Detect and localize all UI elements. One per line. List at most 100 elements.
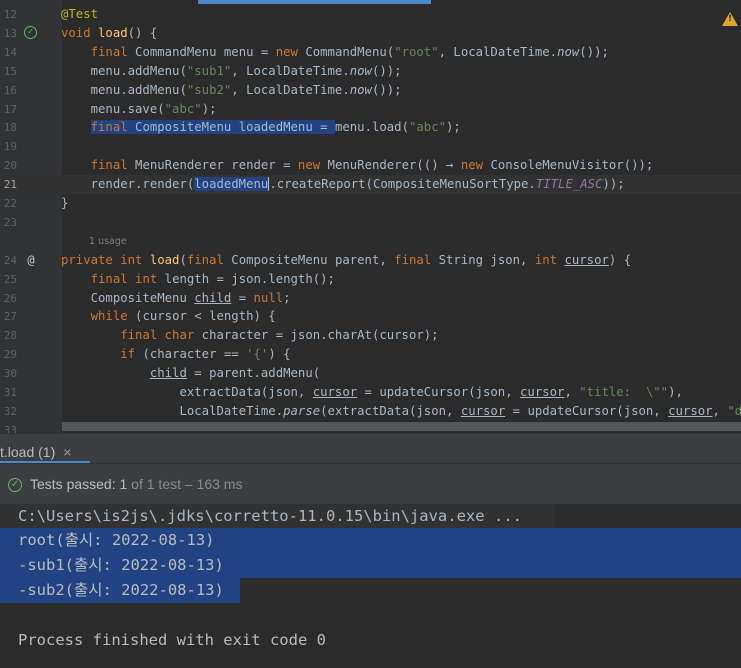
code-token: String json, [438, 252, 535, 267]
code-token: , [712, 403, 728, 418]
warning-triangle-icon[interactable]: ! [722, 12, 738, 26]
code-token: .createReport(CompositeMenuSortType. [268, 177, 536, 192]
code-token: cursor [564, 252, 609, 267]
line-number: 15 [3, 64, 17, 78]
usage-hint[interactable]: 1 usage [89, 232, 127, 251]
horizontal-scrollbar[interactable] [62, 421, 741, 433]
code-token: , LocalDateTime. [438, 44, 558, 59]
code-token: ConsoleMenuVisitor()); [490, 158, 654, 173]
code-line[interactable]: 31 extractData(json, cursor = updateCurs… [0, 383, 741, 402]
line-number: 32 [3, 404, 17, 418]
code-token: now [557, 44, 580, 59]
code-line[interactable]: 32 LocalDateTime.parse(extractData(json,… [0, 402, 741, 421]
code-token: "root" [394, 44, 439, 59]
line-number: 16 [3, 83, 17, 97]
code-token: final [90, 158, 136, 173]
code-token: ( [179, 252, 187, 267]
code-token: = [312, 120, 335, 135]
code-editor[interactable]: 12 @Test 13 ✓ void load() {14 final CommandM… [0, 0, 741, 433]
code-line[interactable]: 1 usage [0, 232, 741, 251]
code-line[interactable]: 14 final CommandMenu menu = new CommandM… [0, 43, 741, 62]
code-line[interactable]: 18 final CompositeMenu loadedMenu = menu… [0, 118, 741, 137]
code-token: ; [283, 290, 291, 305]
scrollbar-thumb[interactable] [62, 422, 741, 431]
line-number: 21 [3, 178, 17, 192]
code-token: final [90, 120, 136, 135]
code-token: private int [61, 252, 150, 267]
code-text: while (cursor < length) { [61, 307, 276, 326]
code-line[interactable]: 19 [0, 137, 741, 156]
code-token: ) { [608, 252, 632, 267]
code-token: menu.addMenu( [61, 82, 187, 97]
code-line[interactable]: 30 child = parent.addMenu( [0, 364, 741, 383]
code-token: (cursor < length) { [135, 309, 276, 324]
code-token: extractData(json, [61, 385, 313, 399]
line-number: 25 [3, 272, 17, 286]
code-token: child [194, 290, 232, 305]
code-token: (extractData(json, [320, 403, 461, 418]
code-line[interactable]: 21 render.render(loadedMenu.createReport… [0, 175, 741, 195]
code-line[interactable]: 26 CompositeMenu child = null; [0, 289, 741, 308]
code-text: if (character == '{') { [61, 345, 291, 364]
code-token: CompositeMenu loadedMenu [135, 120, 313, 135]
code-token: = updateCursor(json, [357, 385, 521, 399]
code-token: = parent.addMenu( [186, 366, 321, 381]
code-line[interactable]: 15 menu.addMenu("sub1", LocalDateTime.no… [0, 62, 741, 81]
close-icon[interactable]: × [63, 444, 71, 460]
code-line[interactable]: 12 @Test [0, 5, 741, 24]
console-command: C:\Users\is2js\.jdks\corretto-11.0.15\bi… [18, 507, 522, 525]
override-at-icon[interactable]: @ [24, 253, 38, 267]
code-line[interactable]: 27 while (cursor < length) { [0, 307, 741, 326]
test-status: Tests passed: 1 of 1 test – 163 ms [30, 476, 242, 492]
code-text: final MenuRenderer render = new MenuRend… [61, 156, 654, 175]
code-token: MenuRenderer render = [135, 158, 298, 173]
run-check-icon[interactable]: ✓ [24, 25, 37, 39]
console-output-line: -sub1(출시: 2022-08-13) [18, 556, 224, 574]
code-line[interactable]: 16 menu.addMenu("sub2", LocalDateTime.no… [0, 81, 741, 100]
code-token: now [349, 82, 372, 97]
line-number: 33 [3, 423, 17, 433]
code-token: null [253, 290, 284, 305]
code-text: @Test [61, 5, 98, 24]
code-token: menu.save( [61, 101, 165, 116]
code-token: ) { [268, 347, 291, 362]
code-token: } [61, 196, 69, 210]
code-token: CompositeMenu parent, [231, 252, 395, 267]
code-text: LocalDateTime.parse(extractData(json, cu… [61, 402, 741, 421]
console-output-line: -sub2(출시: 2022-08-13) [18, 581, 224, 599]
code-token: CommandMenu( [305, 44, 395, 59]
console-exit-message: Process finished with exit code 0 [18, 631, 326, 649]
code-line[interactable]: 20 final MenuRenderer render = new MenuR… [0, 156, 741, 175]
code-token: void [61, 25, 99, 40]
code-token: "abc" [409, 120, 447, 135]
code-token: "da [727, 403, 741, 418]
code-token: "title: \"" [579, 385, 669, 399]
code-line[interactable]: 29 if (character == '{') { [0, 345, 741, 364]
code-text: } [61, 194, 68, 213]
line-number: 29 [3, 348, 17, 362]
code-token: , LocalDateTime. [231, 63, 350, 78]
run-tab[interactable]: t.load (1) × [0, 434, 83, 464]
code-token: child [149, 366, 187, 381]
code-line[interactable]: 24 @ private int load(final CompositeMenu … [0, 251, 741, 270]
code-token: length = json.length(); [164, 271, 335, 286]
code-token: cursor [460, 403, 506, 418]
code-token: render.render( [61, 177, 195, 192]
code-line[interactable]: 25 final int length = json.length(); [0, 270, 741, 289]
code-token: new [460, 158, 491, 173]
code-line[interactable]: 22} [0, 194, 741, 213]
code-token: while [90, 309, 136, 324]
line-number: 27 [3, 310, 17, 324]
code-text: child = parent.addMenu( [61, 364, 320, 383]
code-line[interactable]: 23 [0, 213, 741, 232]
code-line[interactable]: 17 menu.save("abc"); [0, 100, 741, 119]
code-text: void load() { [61, 24, 157, 43]
code-line[interactable]: 28 final char character = json.charAt(cu… [0, 326, 741, 345]
line-number: 17 [3, 102, 17, 116]
line-number: 18 [3, 121, 17, 135]
code-token: load [98, 25, 128, 40]
code-line[interactable]: 13 ✓ void load() { [0, 24, 741, 43]
